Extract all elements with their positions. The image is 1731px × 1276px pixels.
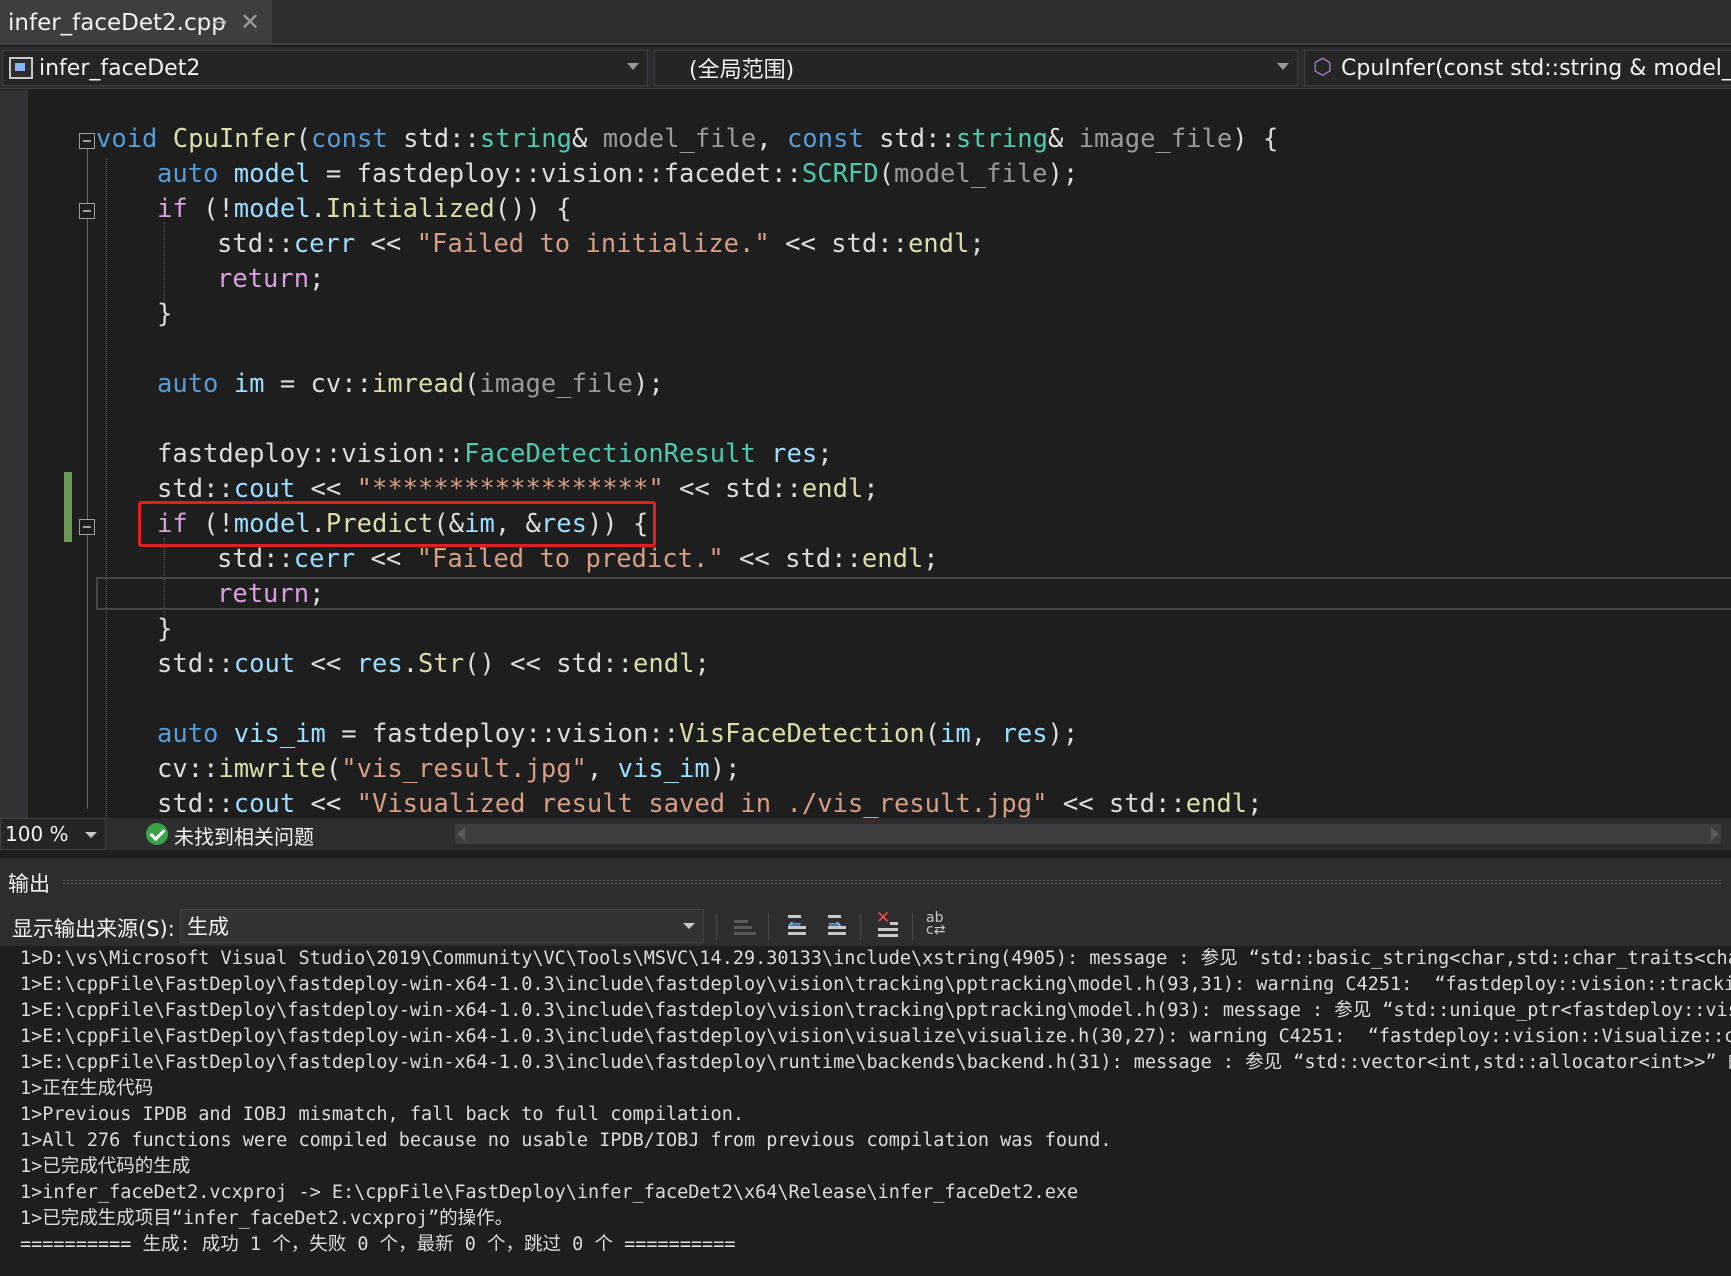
output-line: 1>E:\cppFile\FastDeploy\fastdeploy-win-x… (20, 974, 1731, 995)
output-source-dropdown[interactable]: 生成 (180, 909, 704, 943)
method-icon: ⬡ (1313, 55, 1333, 80)
horizontal-scrollbar[interactable] (455, 824, 1721, 844)
output-line: 1>E:\cppFile\FastDeploy\fastdeploy-win-x… (20, 1052, 1731, 1073)
code-line-7[interactable]: auto im = cv::imread(image_file); (157, 367, 664, 402)
next-message-icon[interactable]: ⇒ (822, 912, 850, 940)
toolbar-separator (912, 914, 913, 940)
zoom-level: 100 % (5, 822, 69, 846)
output-line: 1>E:\cppFile\FastDeploy\fastdeploy-win-x… (20, 1000, 1731, 1021)
output-panel-title: 输出 (8, 872, 50, 896)
scope-name: (全局范围) (689, 58, 795, 83)
indent-guide (106, 158, 107, 818)
code-line-6[interactable]: } (157, 297, 172, 332)
navigation-bar: infer_faceDet2 (全局范围) ⬡ CpuInfer(const s… (0, 47, 1731, 89)
chevron-down-icon (683, 923, 695, 929)
fold-line (87, 149, 88, 809)
member-name: CpuInfer(const std::string & model_file, (1341, 55, 1731, 81)
annotation-highlight-box (138, 501, 656, 547)
tab-title: infer_faceDet2.cpp (8, 9, 226, 36)
issues-status[interactable]: 未找到相关问题 (174, 821, 314, 850)
collapse-icon[interactable] (79, 519, 95, 535)
output-source-label: 显示输出来源(S): (12, 917, 175, 941)
clear-all-icon[interactable]: ✕ (874, 908, 902, 940)
project-dropdown[interactable]: infer_faceDet2 (2, 50, 648, 86)
output-line: 1>All 276 functions were compiled becaus… (20, 1130, 1112, 1151)
close-icon[interactable]: ✕ (240, 8, 260, 36)
code-editor[interactable]: void CpuInfer(const std::string& model_f… (0, 90, 1731, 818)
zoom-dropdown[interactable]: 100 % (0, 818, 106, 850)
output-panel-header: 输出 (0, 858, 1731, 906)
output-line: 1>正在生成代码 (20, 1078, 154, 1099)
chevron-down-icon (1277, 63, 1289, 70)
code-line-3[interactable]: if (!model.Initialized()) { (157, 192, 572, 227)
editor-status-bar: 100 % 未找到相关问题 (0, 818, 1731, 850)
current-line-highlight (96, 577, 1731, 610)
code-line-1[interactable]: void CpuInfer(const std::string& model_f… (96, 122, 1278, 157)
scroll-right-icon[interactable] (1711, 827, 1719, 841)
code-line-17[interactable]: std::cout << "Visualized result saved in… (157, 787, 1262, 818)
change-indicator (64, 472, 72, 542)
code-line-16[interactable]: cv::imwrite("vis_result.jpg", vis_im); (157, 752, 740, 787)
prev-message-icon[interactable]: ⇐ (782, 912, 810, 940)
pin-icon[interactable]: ⊸ (212, 12, 227, 33)
clear-output-icon[interactable] (730, 912, 758, 940)
project-name: infer_faceDet2 (39, 55, 201, 81)
output-text[interactable]: 1>D:\vs\Microsoft Visual Studio\2019\Com… (0, 946, 1731, 1276)
code-line-14[interactable]: std::cout << res.Str() << std::endl; (157, 647, 710, 682)
code-line-12[interactable]: return; (217, 577, 324, 612)
output-line: 1>infer_faceDet2.vcxproj -> E:\cppFile\F… (20, 1182, 1079, 1203)
code-line-15[interactable]: auto vis_im = fastdeploy::vision::VisFac… (157, 717, 1078, 752)
output-toolbar: 显示输出来源(S): 生成 ⇐ ⇒ ✕ ab c⇄ (0, 906, 1731, 946)
toolbar-separator (768, 914, 769, 940)
project-icon (9, 57, 33, 79)
editor-gutter (0, 90, 28, 818)
document-tab-strip: infer_faceDet2.cpp ⊸ ✕ (0, 0, 1731, 45)
scroll-left-icon[interactable] (457, 827, 465, 841)
output-line: ========== 生成: 成功 1 个，失败 0 个，最新 0 个，跳过 0… (20, 1234, 736, 1255)
check-circle-icon[interactable] (146, 823, 168, 845)
code-line-5[interactable]: return; (217, 262, 324, 297)
output-line: 1>Previous IPDB and IOBJ mismatch, fall … (20, 1104, 744, 1125)
code-line-2[interactable]: auto model = fastdeploy::vision::facedet… (157, 157, 1078, 192)
scope-dropdown[interactable]: (全局范围) (654, 50, 1298, 86)
toolbar-separator (716, 914, 717, 940)
output-source-value: 生成 (187, 915, 229, 939)
member-dropdown[interactable]: ⬡ CpuInfer(const std::string & model_fil… (1304, 50, 1731, 86)
output-line: 1>E:\cppFile\FastDeploy\fastdeploy-win-x… (20, 1026, 1731, 1047)
panel-grip[interactable] (62, 879, 1722, 885)
code-line-11[interactable]: std::cerr << "Failed to predict." << std… (217, 542, 939, 577)
output-line: 1>已完成代码的生成 (20, 1156, 191, 1177)
chevron-down-icon (627, 63, 639, 70)
collapse-icon[interactable] (79, 133, 95, 149)
word-wrap-icon[interactable]: ab c⇄ (926, 911, 954, 940)
toolbar-separator (860, 914, 861, 940)
collapse-icon[interactable] (79, 203, 95, 219)
chevron-down-icon (85, 832, 97, 838)
output-line: 1>D:\vs\Microsoft Visual Studio\2019\Com… (20, 948, 1731, 969)
code-line-4[interactable]: std::cerr << "Failed to initialize." << … (217, 227, 985, 262)
document-tab[interactable]: infer_faceDet2.cpp ⊸ ✕ (0, 0, 272, 45)
output-line: 1>已完成生成项目“infer_faceDet2.vcxproj”的操作。 (20, 1208, 514, 1229)
code-line-13[interactable]: } (157, 612, 172, 647)
code-line-8[interactable]: fastdeploy::vision::FaceDetectionResult … (157, 437, 833, 472)
